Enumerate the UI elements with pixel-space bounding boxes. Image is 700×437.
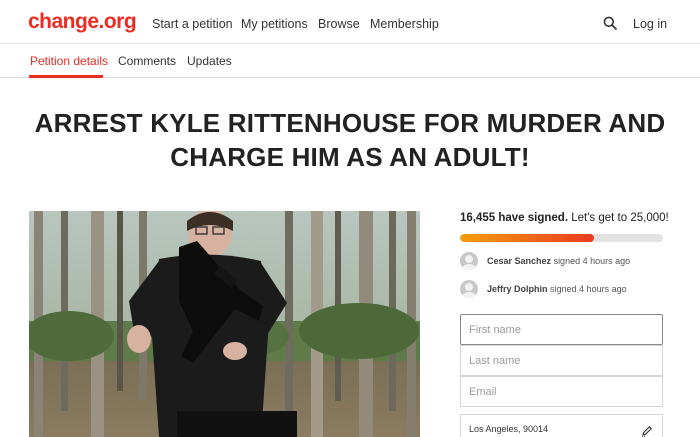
search-icon[interactable] bbox=[603, 16, 617, 30]
pencil-edit-icon[interactable] bbox=[641, 425, 653, 437]
nav-browse[interactable]: Browse bbox=[318, 17, 360, 31]
location-value: Los Angeles, 90014 bbox=[469, 424, 549, 434]
signature-progress-fill bbox=[460, 234, 594, 242]
avatar bbox=[460, 252, 478, 270]
petition-photo bbox=[29, 211, 420, 437]
petition-tabs: Petition details Comments Updates bbox=[0, 44, 700, 78]
tab-updates[interactable]: Updates bbox=[187, 54, 232, 68]
change-org-logo[interactable]: change.org bbox=[28, 10, 137, 34]
first-name-field[interactable] bbox=[460, 314, 663, 345]
petition-photo-image bbox=[29, 211, 420, 437]
signature-progress-bar bbox=[460, 234, 663, 242]
petition-title-line-2: CHARGE HIM AS AN ADULT! bbox=[170, 142, 530, 172]
recent-signer: Jeffry Dolphin signed 4 hours ago bbox=[460, 280, 670, 300]
signer-time: signed 4 hours ago bbox=[550, 284, 627, 294]
signer-name: Cesar Sanchez bbox=[487, 256, 552, 266]
nav-my-petitions[interactable]: My petitions bbox=[241, 17, 308, 31]
signature-count-text: 16,455 have signed. Let's get to 25,000! bbox=[460, 212, 669, 224]
signer-name: Jeffry Dolphin bbox=[487, 284, 548, 294]
petition-title-line-1: ARREST KYLE RITTENHOUSE FOR MURDER AND bbox=[34, 108, 666, 138]
active-tab-indicator bbox=[29, 75, 103, 78]
signer-time: signed 4 hours ago bbox=[553, 256, 631, 266]
petition-title: ARREST KYLE RITTENHOUSE FOR MURDER AND C… bbox=[20, 106, 680, 174]
login-link[interactable]: Log in bbox=[633, 17, 667, 31]
last-name-field[interactable] bbox=[460, 345, 663, 376]
location-field[interactable]: Los Angeles, 90014 bbox=[460, 414, 663, 437]
top-navigation-bar: change.org Start a petition My petitions… bbox=[0, 0, 700, 44]
nav-start-petition[interactable]: Start a petition bbox=[152, 17, 233, 31]
signature-count: 16,455 have signed. bbox=[460, 212, 569, 224]
recent-signer: Cesar Sanchez signed 4 hours ago bbox=[460, 252, 670, 272]
email-field[interactable] bbox=[460, 376, 663, 407]
tab-comments[interactable]: Comments bbox=[118, 54, 176, 68]
tab-petition-details[interactable]: Petition details bbox=[30, 54, 108, 68]
signature-goal: Let's get to 25,000! bbox=[571, 212, 669, 224]
nav-membership[interactable]: Membership bbox=[370, 17, 439, 31]
avatar bbox=[460, 280, 478, 298]
